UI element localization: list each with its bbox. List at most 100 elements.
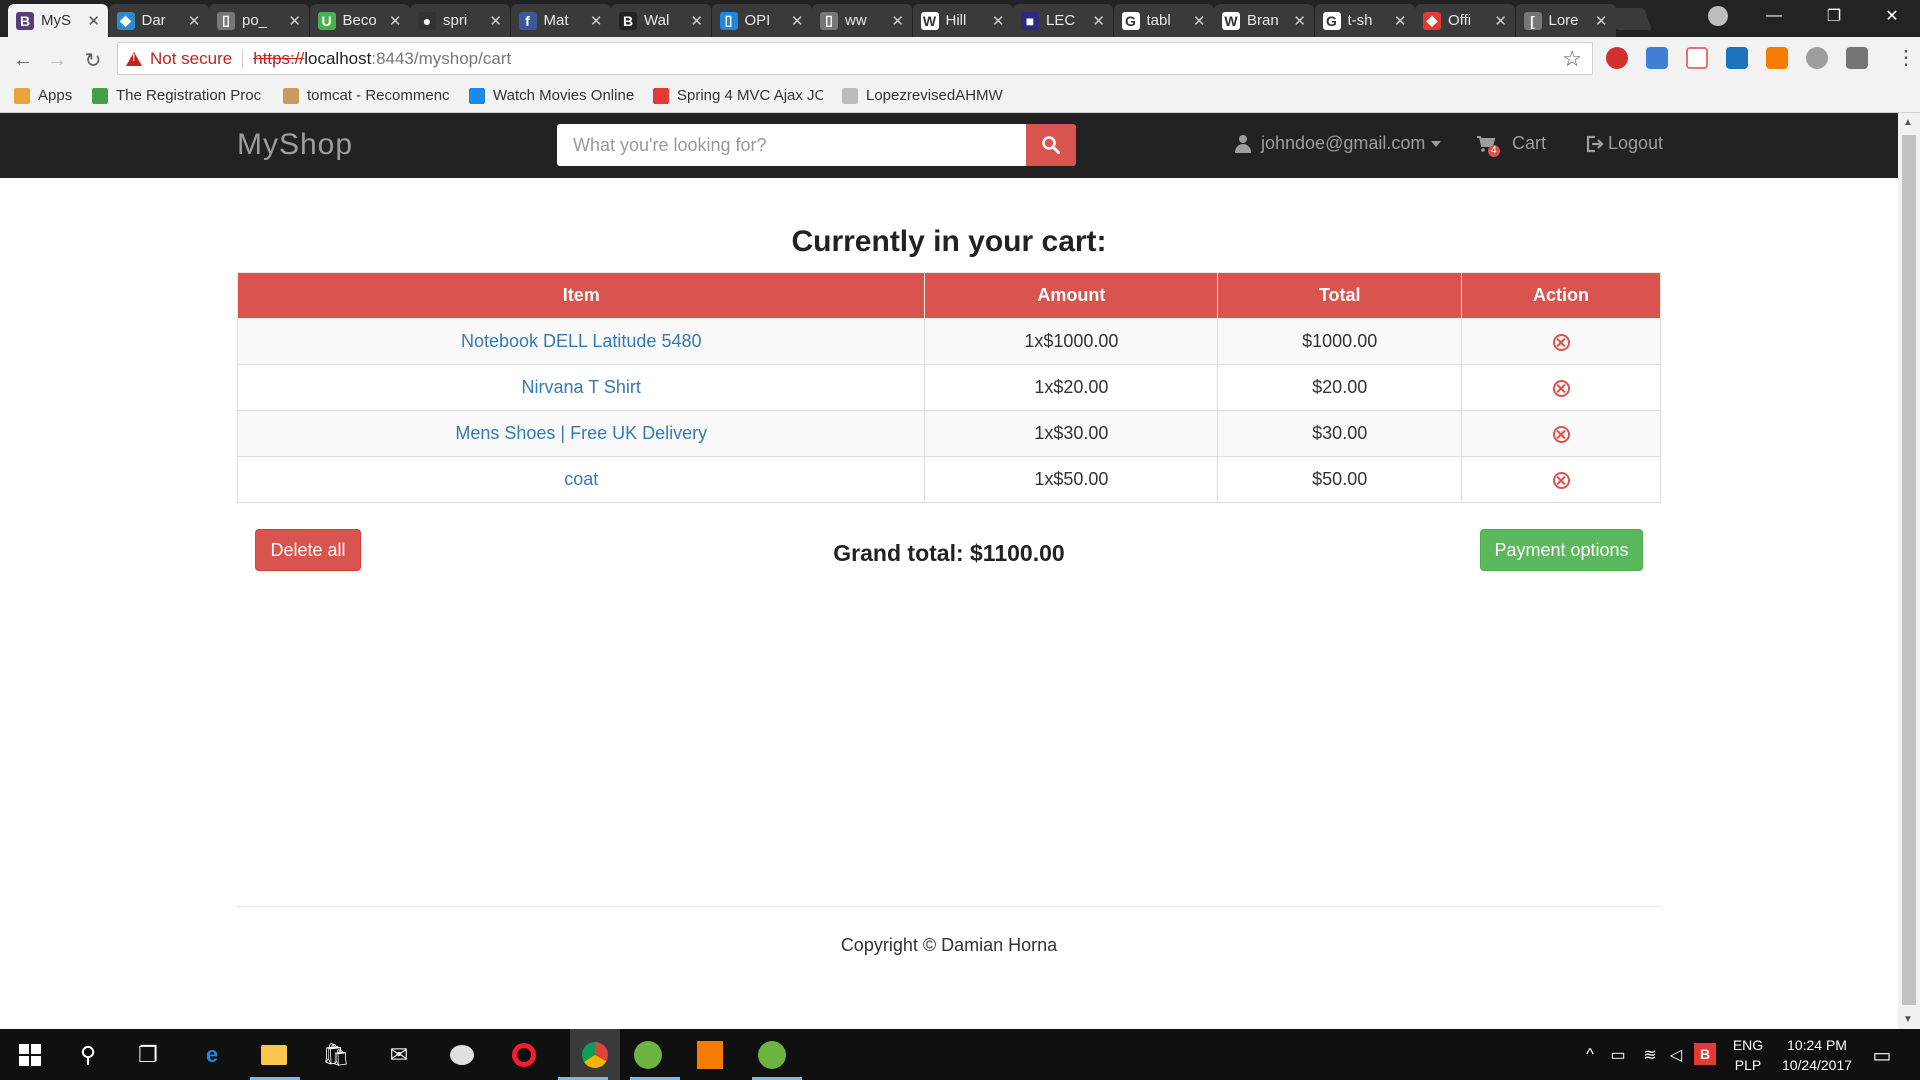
- spring-tool-icon[interactable]: [632, 1039, 664, 1071]
- new-tab-button[interactable]: [1607, 8, 1653, 30]
- tab-close-icon[interactable]: ✕: [791, 12, 804, 30]
- item-link[interactable]: Notebook DELL Latitude 5480: [461, 331, 702, 351]
- extension-gray-icon[interactable]: [1806, 47, 1828, 69]
- tab-close-icon[interactable]: ✕: [489, 12, 502, 30]
- browser-tab[interactable]: ◆ Offi ✕: [1415, 4, 1515, 37]
- browser-tab[interactable]: B MyS ✕: [8, 4, 108, 37]
- file-explorer-icon[interactable]: [258, 1039, 290, 1071]
- item-link[interactable]: coat: [564, 469, 598, 489]
- calendar-extension-icon[interactable]: [1686, 47, 1708, 69]
- item-link[interactable]: Mens Shoes | Free UK Delivery: [455, 423, 707, 443]
- browser-tab[interactable]: f Mat ✕: [510, 4, 611, 37]
- browser-tab[interactable]: ▯ OPI ✕: [711, 4, 812, 37]
- close-window-icon[interactable]: ✕: [1864, 0, 1920, 32]
- tab-close-icon[interactable]: ✕: [891, 12, 904, 30]
- browser-tab[interactable]: Gt-sh ✕: [1314, 4, 1415, 37]
- windows-start-icon[interactable]: [14, 1039, 46, 1071]
- search-taskbar-icon[interactable]: ⚲: [72, 1039, 104, 1071]
- browser-tab[interactable]: ● spri ✕: [410, 4, 510, 37]
- tab-close-icon[interactable]: ✕: [1092, 12, 1105, 30]
- vertical-scrollbar[interactable]: ▲ ▼: [1898, 113, 1920, 1029]
- bookmark-label: LopezrevisedAHMW: [866, 87, 1003, 104]
- remove-item-icon[interactable]: [1552, 379, 1570, 397]
- remove-item-icon[interactable]: [1552, 471, 1570, 489]
- browser-tab[interactable]: ■ LEC ✕: [1013, 4, 1113, 37]
- reload-icon[interactable]: ↻: [80, 47, 106, 73]
- chrome-icon[interactable]: [570, 1029, 620, 1080]
- store-icon[interactable]: 🛍: [320, 1039, 352, 1071]
- remove-item-icon[interactable]: [1552, 425, 1570, 443]
- paint-icon[interactable]: [446, 1039, 478, 1071]
- tab-close-icon[interactable]: ✕: [1293, 12, 1306, 30]
- item-link[interactable]: Nirvana T Shirt: [522, 377, 641, 397]
- battery-icon[interactable]: ▭: [1602, 1039, 1634, 1071]
- search-input[interactable]: [557, 124, 1026, 166]
- address-bar[interactable]: Not secure https://localhost:8443/myshop…: [117, 42, 1593, 75]
- forward-icon[interactable]: →: [44, 47, 70, 73]
- minimize-icon[interactable]: —: [1746, 0, 1802, 32]
- bookmark-item[interactable]: The Registration Proc: [92, 87, 261, 104]
- opera-icon[interactable]: [508, 1039, 540, 1071]
- remove-item-icon[interactable]: [1552, 333, 1570, 351]
- bookmark-item[interactable]: tomcat - Recommenc: [283, 87, 450, 104]
- extension-blue-icon[interactable]: [1646, 47, 1668, 69]
- cell-action: [1461, 318, 1661, 365]
- profile-icon[interactable]: [1708, 6, 1728, 26]
- browser-tab[interactable]: W Hill ✕: [912, 4, 1013, 37]
- tab-close-icon[interactable]: ✕: [590, 12, 603, 30]
- back-icon[interactable]: ←: [10, 47, 36, 73]
- tab-close-icon[interactable]: ✕: [389, 12, 402, 30]
- column-header-action: Action: [1461, 272, 1661, 319]
- brand-logo[interactable]: MyShop: [237, 128, 353, 162]
- input-language[interactable]: ENG PLP: [1728, 1035, 1768, 1075]
- bookmark-item[interactable]: LopezrevisedAHMW: [842, 87, 1003, 104]
- task-view-icon[interactable]: ❐: [132, 1039, 164, 1071]
- bookmark-item[interactable]: Spring 4 MVC Ajax JC: [653, 87, 823, 104]
- browser-tab[interactable]: ▯ po_ ✕: [209, 4, 309, 37]
- scroll-up-icon[interactable]: ▲: [1903, 117, 1913, 128]
- tab-close-icon[interactable]: ✕: [1595, 12, 1608, 30]
- user-menu[interactable]: johndoe@gmail.com: [1235, 133, 1442, 154]
- document-icon: ▯: [217, 11, 235, 30]
- restore-icon[interactable]: ❐: [1806, 0, 1862, 32]
- browser-tab[interactable]: W Bran ✕: [1214, 4, 1314, 37]
- volume-icon[interactable]: ◁: [1660, 1039, 1692, 1071]
- css-extension-icon[interactable]: [1726, 47, 1748, 69]
- opera-extension-icon[interactable]: [1606, 47, 1628, 69]
- extension-orange-icon[interactable]: [1766, 47, 1788, 69]
- payment-options-button[interactable]: Payment options: [1480, 529, 1643, 571]
- search-button[interactable]: [1026, 124, 1076, 166]
- logout-link[interactable]: Logout: [1586, 133, 1663, 154]
- tab-close-icon[interactable]: ✕: [188, 12, 201, 30]
- bitdefender-icon[interactable]: B: [1694, 1043, 1716, 1065]
- cart-link[interactable]: 4 Cart: [1476, 133, 1546, 157]
- bookmark-star-icon[interactable]: ☆: [1562, 46, 1582, 72]
- tab-close-icon[interactable]: ✕: [87, 12, 100, 30]
- groovy-pdf-icon[interactable]: [694, 1039, 726, 1071]
- drupal-icon: ◆: [116, 11, 135, 30]
- tab-close-icon[interactable]: ✕: [992, 12, 1005, 30]
- browser-tab[interactable]: Gtabl ✕: [1113, 4, 1214, 37]
- scroll-down-icon[interactable]: ▼: [1903, 1014, 1913, 1025]
- tab-close-icon[interactable]: ✕: [288, 12, 301, 30]
- browser-tab[interactable]: ▯ ww ✕: [812, 4, 912, 37]
- bookmark-item[interactable]: Apps: [14, 87, 72, 104]
- clock[interactable]: 10:24 PM 10/24/2017: [1772, 1035, 1862, 1075]
- bookmark-item[interactable]: Watch Movies Online: [469, 87, 634, 104]
- browser-tab[interactable]: B Wal ✕: [611, 4, 711, 37]
- chrome-menu-icon[interactable]: ⋮: [1896, 45, 1916, 70]
- spring-boot-icon[interactable]: [756, 1039, 788, 1071]
- mail-icon[interactable]: ✉: [383, 1039, 415, 1071]
- browser-tab[interactable]: U Beco ✕: [309, 4, 410, 37]
- edge-icon[interactable]: e: [196, 1039, 228, 1071]
- tab-close-icon[interactable]: ✕: [1394, 12, 1407, 30]
- browser-tab[interactable]: [Lore ✕: [1515, 4, 1616, 37]
- tab-close-icon[interactable]: ✕: [690, 12, 703, 30]
- notifications-icon[interactable]: ▭: [1866, 1039, 1898, 1071]
- tab-close-icon[interactable]: ✕: [1193, 12, 1206, 30]
- extension-s-icon[interactable]: [1846, 47, 1868, 69]
- tab-close-icon[interactable]: ✕: [1494, 12, 1507, 30]
- scrollbar-thumb[interactable]: [1902, 135, 1916, 1005]
- cell-action: [1461, 410, 1661, 457]
- browser-tab[interactable]: ◆ Dar ✕: [108, 4, 209, 37]
